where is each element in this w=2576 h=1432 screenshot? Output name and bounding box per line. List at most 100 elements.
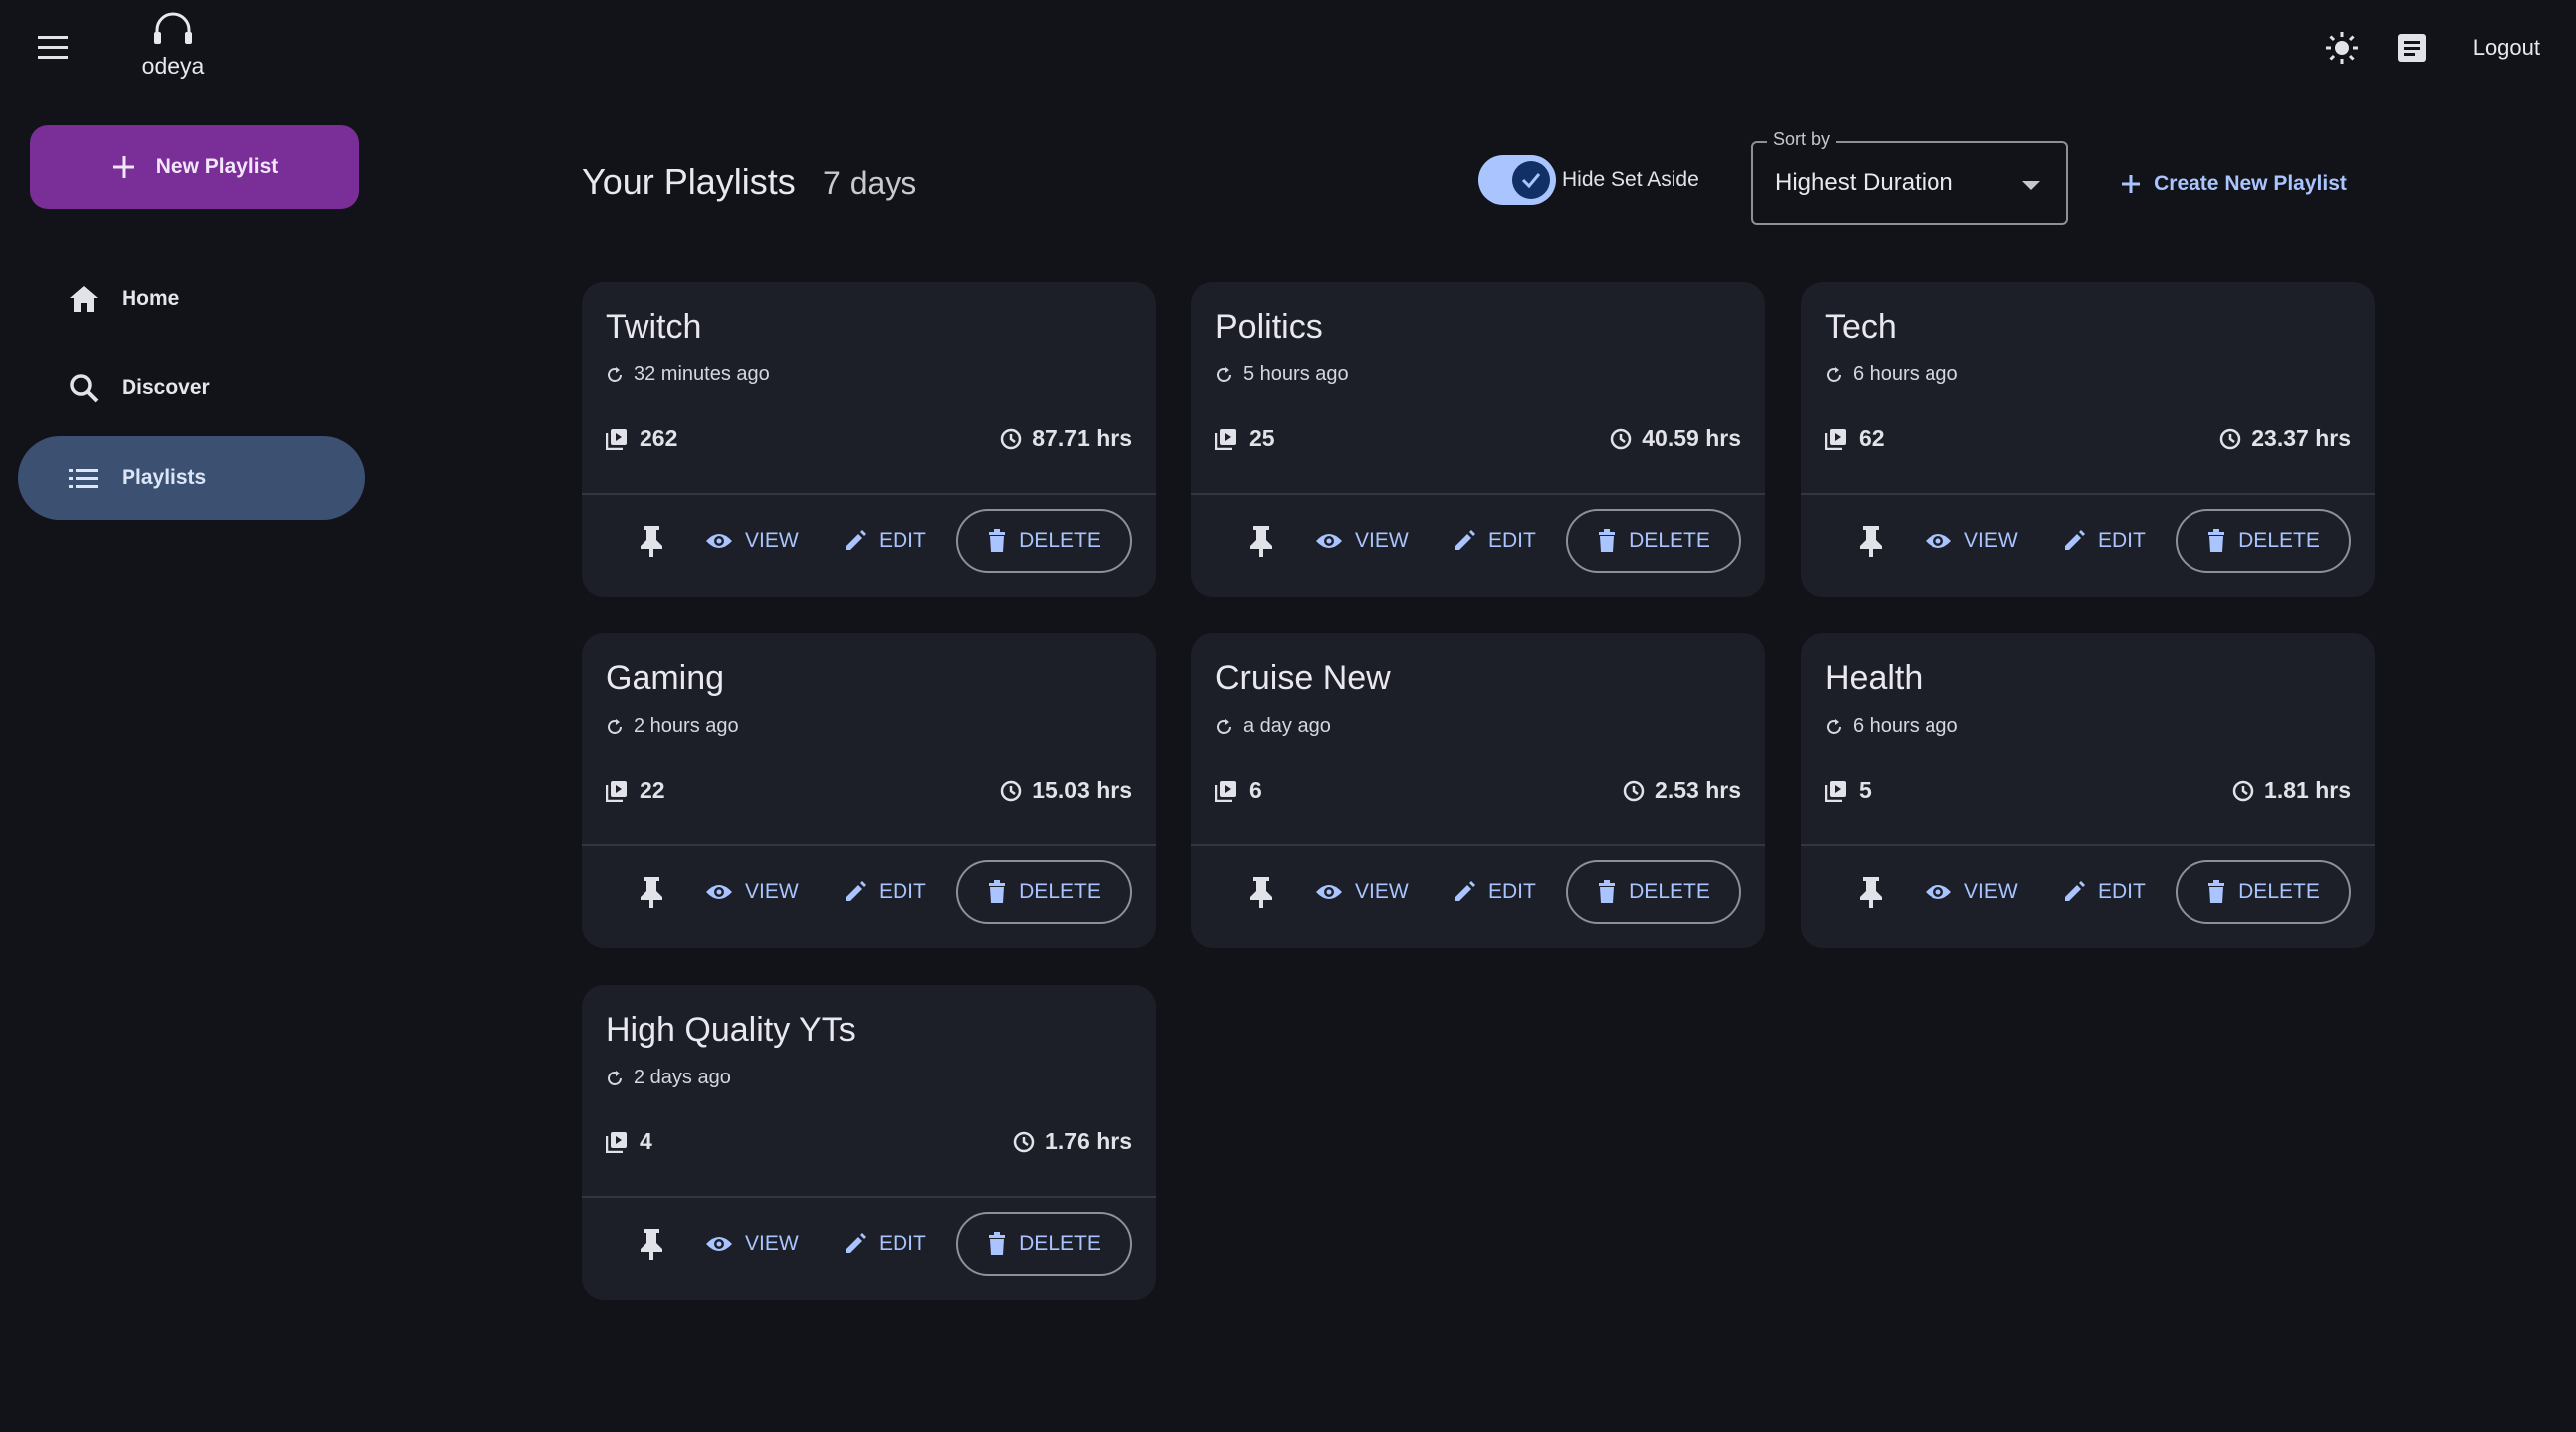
view-button[interactable]: VIEW — [1925, 509, 2018, 573]
pin-icon[interactable] — [1241, 872, 1281, 912]
delete-button[interactable]: DELETE — [956, 509, 1132, 573]
playlist-updated-text: 2 days ago — [634, 1067, 731, 1088]
pin-icon[interactable] — [632, 872, 671, 912]
notes-icon[interactable] — [2390, 26, 2434, 70]
view-button[interactable]: VIEW — [705, 860, 799, 924]
edit-label: EDIT — [879, 529, 926, 552]
playlist-count-value: 25 — [1249, 425, 1275, 451]
delete-label: DELETE — [1019, 1232, 1101, 1255]
sort-legend: Sort by — [1767, 129, 1837, 150]
playlist-count-value: 262 — [640, 425, 678, 451]
playlist-updated-text: 5 hours ago — [1243, 363, 1349, 385]
edit-label: EDIT — [2098, 880, 2146, 903]
sun-icon[interactable] — [2320, 26, 2364, 70]
eye-icon — [1315, 882, 1343, 902]
app-logo[interactable]: odeya — [139, 10, 207, 80]
create-new-playlist-label: Create New Playlist — [2154, 172, 2347, 195]
view-button[interactable]: VIEW — [705, 509, 799, 573]
edit-button[interactable]: EDIT — [2062, 509, 2146, 573]
hide-set-aside-toggle[interactable]: Hide Set Aside — [1478, 155, 1699, 205]
playlist-duration-value: 15.03 hrs — [1032, 777, 1132, 803]
view-label: VIEW — [745, 529, 799, 552]
playlist-video-count: 4 — [606, 1128, 652, 1155]
toggle-track[interactable] — [1478, 155, 1556, 205]
delete-button[interactable]: DELETE — [956, 860, 1132, 924]
view-button[interactable]: VIEW — [1315, 509, 1409, 573]
new-playlist-button[interactable]: New Playlist — [30, 125, 359, 209]
playlist-updated: 5 hours ago — [1215, 363, 1349, 386]
video-library-icon — [1215, 428, 1237, 450]
edit-button[interactable]: EDIT — [1452, 509, 1536, 573]
logout-button[interactable]: Logout — [2473, 35, 2540, 61]
delete-button[interactable]: DELETE — [1566, 860, 1741, 924]
playlist-title: Tech — [1825, 308, 1897, 346]
toggle-label: Hide Set Aside — [1562, 168, 1699, 191]
playlist-updated-text: 6 hours ago — [1853, 363, 1958, 385]
view-button[interactable]: VIEW — [1315, 860, 1409, 924]
home-icon — [68, 284, 100, 314]
clock-icon — [1000, 780, 1022, 802]
delete-label: DELETE — [1629, 529, 1710, 552]
pin-icon[interactable] — [1851, 872, 1891, 912]
pin-icon[interactable] — [632, 521, 671, 561]
trash-icon — [987, 1232, 1007, 1256]
edit-label: EDIT — [879, 1232, 926, 1255]
clock-icon — [2219, 428, 2241, 450]
video-library-icon — [606, 1131, 628, 1153]
delete-button[interactable]: DELETE — [1566, 509, 1741, 573]
trash-icon — [1597, 880, 1617, 904]
app-name: odeya — [141, 53, 205, 79]
delete-label: DELETE — [2238, 880, 2320, 903]
video-library-icon — [606, 428, 628, 450]
sort-select[interactable]: Sort by Highest Duration — [1751, 129, 2068, 225]
eye-icon — [1925, 882, 1952, 902]
delete-button[interactable]: DELETE — [2176, 509, 2351, 573]
view-label: VIEW — [745, 1232, 799, 1255]
edit-button[interactable]: EDIT — [2062, 860, 2146, 924]
playlist-card: Gaming 2 hours ago 22 15.03 hrs VIEW EDI… — [582, 633, 1156, 948]
playlist-count-value: 22 — [640, 777, 665, 803]
new-playlist-label: New Playlist — [155, 155, 279, 178]
edit-button[interactable]: EDIT — [1452, 860, 1536, 924]
playlist-video-count: 25 — [1215, 425, 1275, 452]
edit-label: EDIT — [1488, 880, 1536, 903]
playlist-duration: 40.59 hrs — [1610, 425, 1741, 452]
card-actions: VIEW EDIT DELETE — [582, 1212, 1156, 1276]
edit-button[interactable]: EDIT — [843, 1212, 926, 1276]
playlist-duration-value: 40.59 hrs — [1642, 425, 1741, 451]
pin-icon[interactable] — [1241, 521, 1281, 561]
view-button[interactable]: VIEW — [705, 1212, 799, 1276]
video-library-icon — [1215, 780, 1237, 802]
trash-icon — [987, 529, 1007, 553]
menu-icon[interactable] — [32, 30, 76, 66]
delete-button[interactable]: DELETE — [956, 1212, 1132, 1276]
clock-icon — [1000, 428, 1022, 450]
list-icon — [68, 466, 100, 490]
edit-button[interactable]: EDIT — [843, 509, 926, 573]
sidebar-item-home[interactable]: Home — [18, 257, 365, 341]
playlist-duration: 87.71 hrs — [1000, 425, 1132, 452]
pin-icon[interactable] — [632, 1224, 671, 1264]
edit-button[interactable]: EDIT — [843, 860, 926, 924]
pencil-icon — [1452, 529, 1476, 553]
pin-icon[interactable] — [1851, 521, 1891, 561]
card-divider — [582, 844, 1156, 846]
create-new-playlist-button[interactable]: Create New Playlist — [2102, 153, 2365, 215]
playlist-card: Tech 6 hours ago 62 23.37 hrs VIEW EDIT … — [1801, 282, 2375, 597]
playlist-updated-text: 32 minutes ago — [634, 363, 770, 385]
sidebar-item-discover[interactable]: Discover — [18, 347, 365, 430]
sidebar-item-playlists[interactable]: Playlists — [18, 436, 365, 520]
headphones-icon — [151, 10, 195, 46]
caret-down-icon — [2022, 181, 2040, 190]
toggle-thumb — [1512, 161, 1550, 199]
card-divider — [1801, 493, 2375, 495]
page-subtitle: 7 days — [823, 165, 917, 201]
playlist-card: Twitch 32 minutes ago 262 87.71 hrs VIEW… — [582, 282, 1156, 597]
view-button[interactable]: VIEW — [1925, 860, 2018, 924]
playlist-updated-text: a day ago — [1243, 715, 1331, 737]
video-library-icon — [1825, 780, 1847, 802]
playlist-video-count: 5 — [1825, 777, 1872, 804]
delete-button[interactable]: DELETE — [2176, 860, 2351, 924]
playlist-updated-text: 2 hours ago — [634, 715, 739, 737]
card-actions: VIEW EDIT DELETE — [582, 509, 1156, 573]
